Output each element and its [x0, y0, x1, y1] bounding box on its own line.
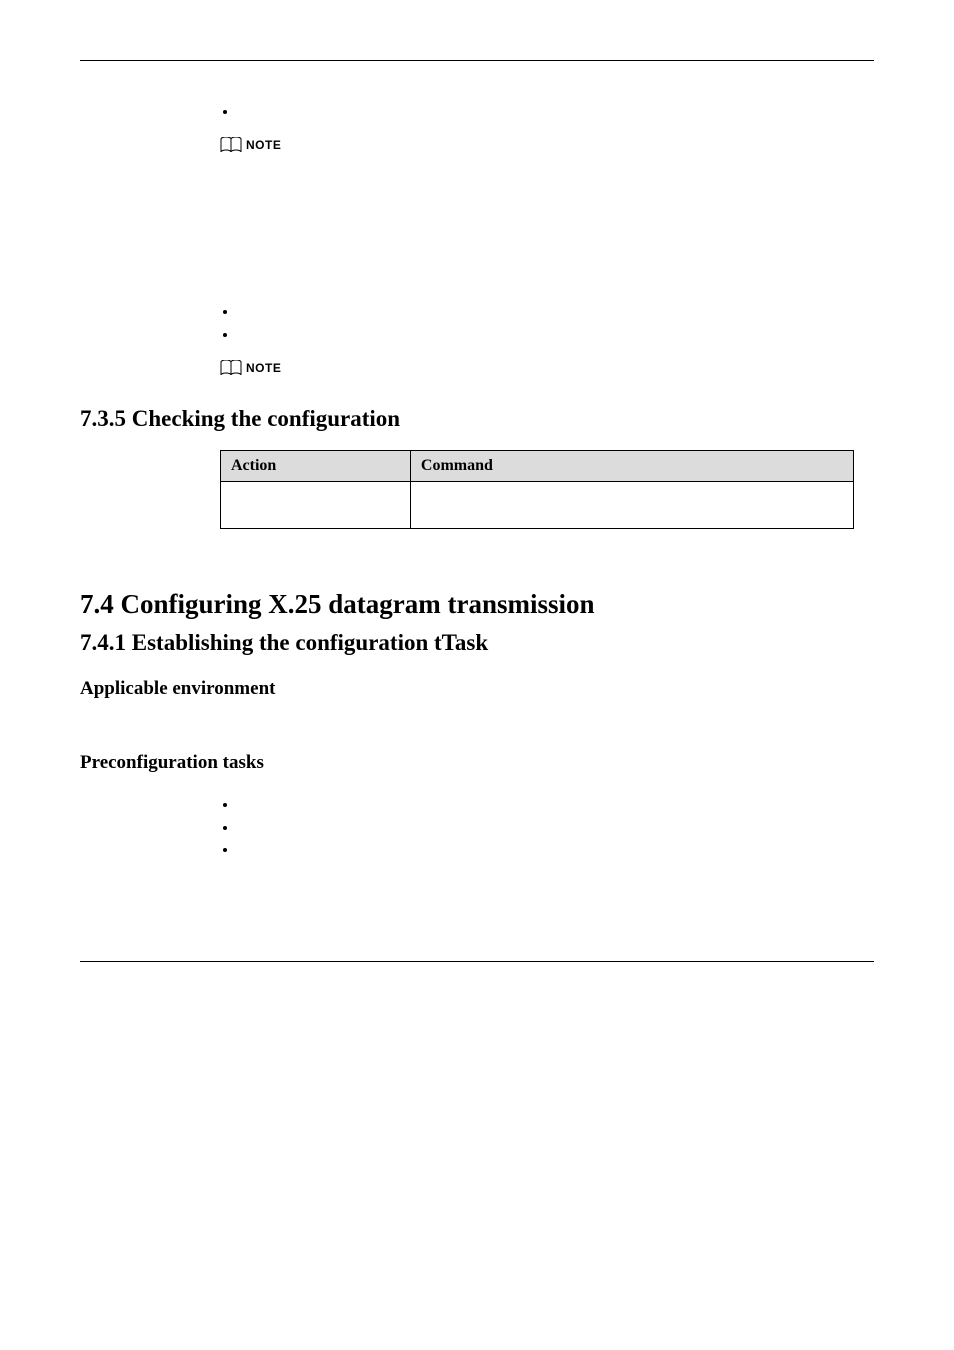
book-icon: [220, 360, 242, 376]
list-item: [238, 839, 854, 861]
heading-7-4: 7.4 Configuring X.25 datagram transmissi…: [80, 589, 874, 620]
list-item: [238, 817, 854, 839]
table-block: Action Command: [220, 450, 854, 529]
heading-title: Establishing the configuration tTask: [132, 630, 488, 655]
header-rule: [80, 60, 874, 61]
heading-title: Checking the configuration: [132, 406, 400, 431]
bottom-indent-block: [220, 794, 854, 861]
action-command-table: Action Command: [220, 450, 854, 529]
list-item: [238, 101, 854, 123]
table-cell-action: [221, 482, 411, 529]
list-item: [238, 324, 854, 346]
table-row: [221, 482, 854, 529]
heading-number: 7.4: [80, 589, 114, 619]
heading-number: 7.4.1: [80, 630, 126, 655]
spacer: [220, 161, 854, 301]
list-item: [238, 794, 854, 816]
note-callout: NOTE: [220, 137, 854, 153]
top-indent-block: NOTE NOTE: [220, 101, 854, 376]
table-header-action: Action: [221, 451, 411, 482]
bullet-list-bottom: [220, 794, 854, 861]
note-callout: NOTE: [220, 360, 854, 376]
subheading-preconfiguration-tasks: Preconfiguration tasks: [80, 752, 874, 774]
bullet-list-mid: [220, 301, 854, 346]
heading-7-3-5: 7.3.5 Checking the configuration: [80, 406, 874, 432]
heading-7-4-1: 7.4.1 Establishing the configuration tTa…: [80, 630, 874, 656]
table-header-command: Command: [410, 451, 853, 482]
note-label: NOTE: [246, 361, 281, 375]
list-item: [238, 301, 854, 323]
heading-title: Configuring X.25 datagram transmission: [121, 589, 595, 619]
subheading-applicable-environment: Applicable environment: [80, 678, 874, 700]
book-icon: [220, 137, 242, 153]
footer-rule: [80, 961, 874, 962]
bullet-list-top: [220, 101, 854, 123]
table-cell-command: [410, 482, 853, 529]
note-label: NOTE: [246, 138, 281, 152]
document-page: NOTE NOTE 7.3.5 Checking the configurati…: [0, 0, 954, 1002]
heading-number: 7.3.5: [80, 406, 126, 431]
